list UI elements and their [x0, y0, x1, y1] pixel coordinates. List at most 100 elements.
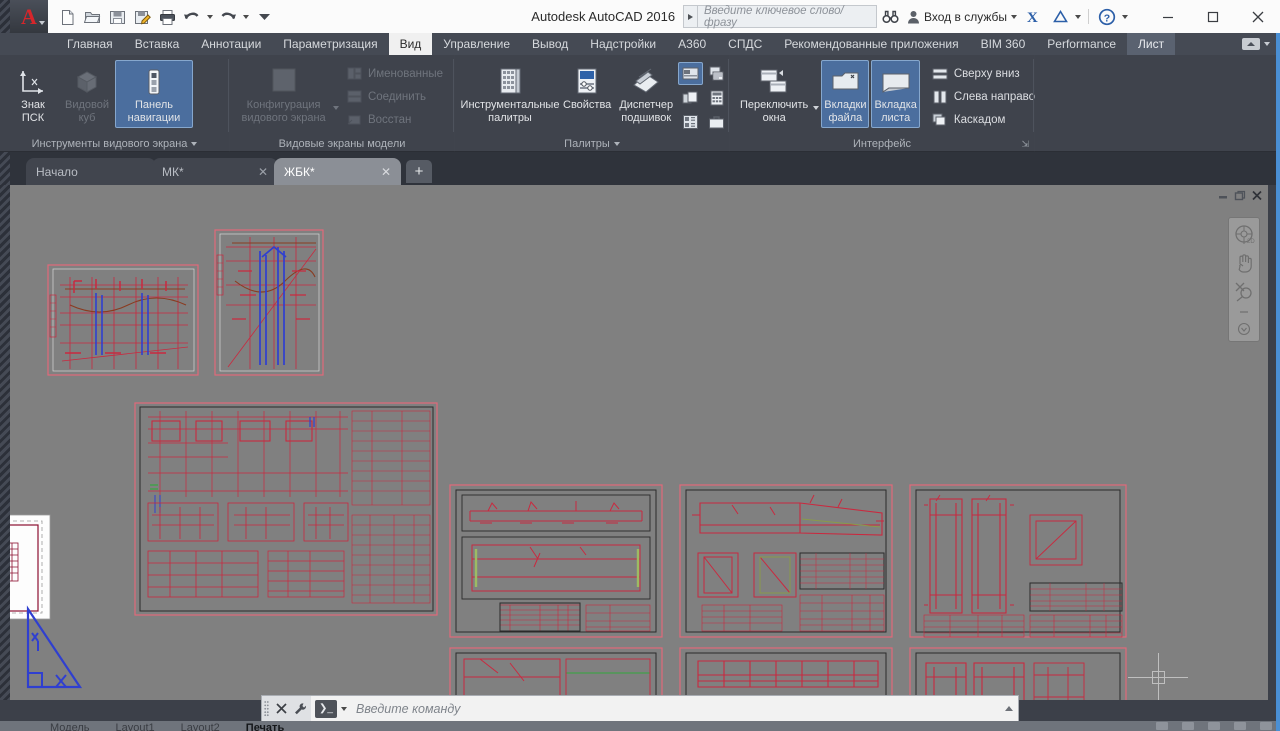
db-connect-icon[interactable]	[678, 110, 703, 133]
save-drawing-icon[interactable]	[105, 5, 129, 29]
ribbon-tab-annotate[interactable]: Аннотации	[190, 33, 272, 55]
search-input[interactable]: Введите ключевое слово/фразу	[697, 5, 877, 29]
application-menu-button[interactable]: A	[10, 0, 48, 33]
command-scroll-up-icon[interactable]	[1000, 696, 1018, 721]
open-drawing-icon[interactable]	[80, 5, 104, 29]
tile-horizontally-button[interactable]: Сверху вниз	[928, 63, 1039, 84]
navigation-bar-button[interactable]: Панель навигации	[115, 60, 193, 128]
new-drawing-icon[interactable]	[55, 5, 79, 29]
status-toggle-icon[interactable]	[1156, 722, 1168, 730]
drawing-canvas[interactable]: 2D	[10, 185, 1268, 700]
file-tabs-label-1: Вкладки	[824, 99, 867, 111]
command-line-grip[interactable]	[262, 696, 271, 721]
quick-calc-icon[interactable]	[704, 86, 729, 109]
command-line-close-icon[interactable]	[271, 696, 291, 721]
maximize-button[interactable]	[1190, 0, 1235, 33]
layout-tab-layout1[interactable]: Layout1	[115, 722, 154, 731]
panel-interface: Переключить окна Вкладки файла Вкладка л…	[730, 55, 1035, 152]
autocad-logo-icon: A	[21, 3, 37, 29]
panel-viewport-tools: Знак ПСК Видовой куб Панель навигации Ин…	[0, 55, 230, 152]
redo-icon[interactable]	[216, 5, 240, 29]
file-tab-mk[interactable]: МК* ✕	[152, 158, 278, 185]
new-file-tab-button[interactable]: +	[406, 160, 432, 183]
viewport-configuration-label-2: видового экрана	[241, 112, 326, 124]
ribbon-tab-manage[interactable]: Управление	[432, 33, 521, 55]
drawing-sheet-section-bottom	[909, 647, 1127, 700]
status-toggle-icon[interactable]	[1208, 722, 1220, 730]
ucs-icon-button[interactable]: Знак ПСК	[7, 60, 59, 128]
drawing-sheet-beam-top	[449, 484, 663, 638]
customize-qat-icon[interactable]	[252, 5, 276, 29]
layout-tab-layout2[interactable]: Layout2	[181, 722, 220, 731]
minimize-button[interactable]	[1145, 0, 1190, 33]
layout-tab-print[interactable]: Печать	[246, 722, 284, 731]
infocenter-expand-icon[interactable]	[683, 5, 697, 28]
ribbon-tab-bim360[interactable]: BIM 360	[970, 33, 1037, 55]
sheet-set-manager-button[interactable]: Диспетчер подшивок	[616, 60, 676, 128]
undo-dropdown-icon[interactable]	[205, 5, 215, 29]
switch-windows-dropdown-icon[interactable]	[813, 86, 820, 110]
redo-dropdown-icon[interactable]	[241, 5, 251, 29]
sheet-set-manager-label-2: подшивок	[621, 112, 672, 124]
plot-icon[interactable]	[155, 5, 179, 29]
ribbon-tab-output[interactable]: Вывод	[521, 33, 579, 55]
title-bar: A Autodesk AutoCAD 2016 Введите ключевое…	[0, 0, 1280, 33]
save-as-drawing-icon[interactable]	[130, 5, 154, 29]
ribbon-tab-parametric[interactable]: Параметризация	[272, 33, 388, 55]
ribbon-tab-spds[interactable]: СПДС	[717, 33, 773, 55]
close-icon[interactable]: ✕	[381, 165, 391, 179]
layout-tab-label-1: Вкладка	[874, 99, 917, 111]
file-tab-start[interactable]: Начало	[26, 158, 156, 185]
autodesk-a360-icon[interactable]	[1047, 5, 1073, 28]
layout-tab-model[interactable]: Модель	[50, 722, 89, 731]
help-icon[interactable]: ?	[1094, 5, 1120, 28]
panel-title-palettes[interactable]: Палитры	[455, 135, 729, 152]
status-toggle-icon[interactable]	[1260, 722, 1272, 730]
cascade-button[interactable]: Каскадом	[928, 109, 1039, 130]
ribbon-minimize-icon[interactable]	[1242, 38, 1260, 50]
file-tabs-button[interactable]: Вкладки файла	[821, 60, 870, 128]
ribbon-tab-addins[interactable]: Надстройки	[579, 33, 667, 55]
materials-browser-icon[interactable]	[704, 110, 729, 133]
layout-tab-button[interactable]: Вкладка листа	[871, 60, 920, 128]
tile-vertically-icon	[932, 88, 949, 105]
command-input[interactable]: Введите команду	[347, 702, 1000, 716]
status-toggle-icon[interactable]	[1234, 722, 1246, 730]
tool-palettes-button[interactable]: Инструментальные палитры	[461, 60, 559, 128]
ribbon-display-options	[1242, 33, 1280, 55]
canvas-left-edge	[0, 185, 10, 700]
panel-title-viewport-tools[interactable]: Инструменты видового экрана	[0, 135, 229, 152]
drawing-group-elevations	[47, 229, 324, 376]
markup-set-manager-icon[interactable]	[704, 62, 729, 85]
search-binoculars-icon[interactable]	[877, 5, 903, 28]
ribbon-tab-performance[interactable]: Performance	[1036, 33, 1127, 55]
tile-vertically-button[interactable]: Слева направо	[928, 86, 1039, 107]
help-dropdown-icon[interactable]	[1120, 5, 1130, 29]
undo-icon[interactable]	[180, 5, 204, 29]
a360-dropdown-icon[interactable]	[1073, 5, 1083, 29]
ribbon-tab-sheet[interactable]: Лист	[1127, 33, 1176, 55]
exchange-apps-icon[interactable]: X	[1021, 5, 1047, 28]
ribbon-tab-view[interactable]: Вид	[388, 33, 433, 55]
command-line[interactable]: ❯_ Введите команду	[262, 696, 1018, 721]
drawing-sheet-section-top	[909, 484, 1127, 638]
ribbon-tab-featured-apps[interactable]: Рекомендованные приложения	[773, 33, 969, 55]
sheet-set-manager-icon	[630, 65, 662, 99]
ribbon-tab-a360[interactable]: A360	[667, 33, 717, 55]
design-center-icon[interactable]	[678, 62, 704, 85]
chevron-down-icon[interactable]	[1264, 42, 1270, 46]
file-tab-zhbk[interactable]: ЖБК* ✕	[274, 158, 401, 185]
close-button[interactable]	[1235, 0, 1280, 33]
properties-button[interactable]: Свойства	[560, 60, 614, 128]
sign-in-button[interactable]: Вход в службы	[903, 10, 1021, 24]
properties-label: Свойства	[563, 99, 612, 111]
command-line-customize-icon[interactable]	[291, 696, 311, 721]
ribbon-tab-home[interactable]: Главная	[56, 33, 124, 55]
svg-text:?: ?	[1104, 12, 1110, 24]
panel-dialog-launcher-icon[interactable]: ⇲	[1021, 139, 1029, 150]
ribbon-tab-insert[interactable]: Вставка	[124, 33, 191, 55]
switch-windows-button[interactable]: Переключить окна	[737, 60, 811, 128]
close-icon[interactable]: ✕	[258, 165, 268, 179]
external-references-icon[interactable]	[678, 86, 703, 109]
status-toggle-icon[interactable]	[1182, 722, 1194, 730]
